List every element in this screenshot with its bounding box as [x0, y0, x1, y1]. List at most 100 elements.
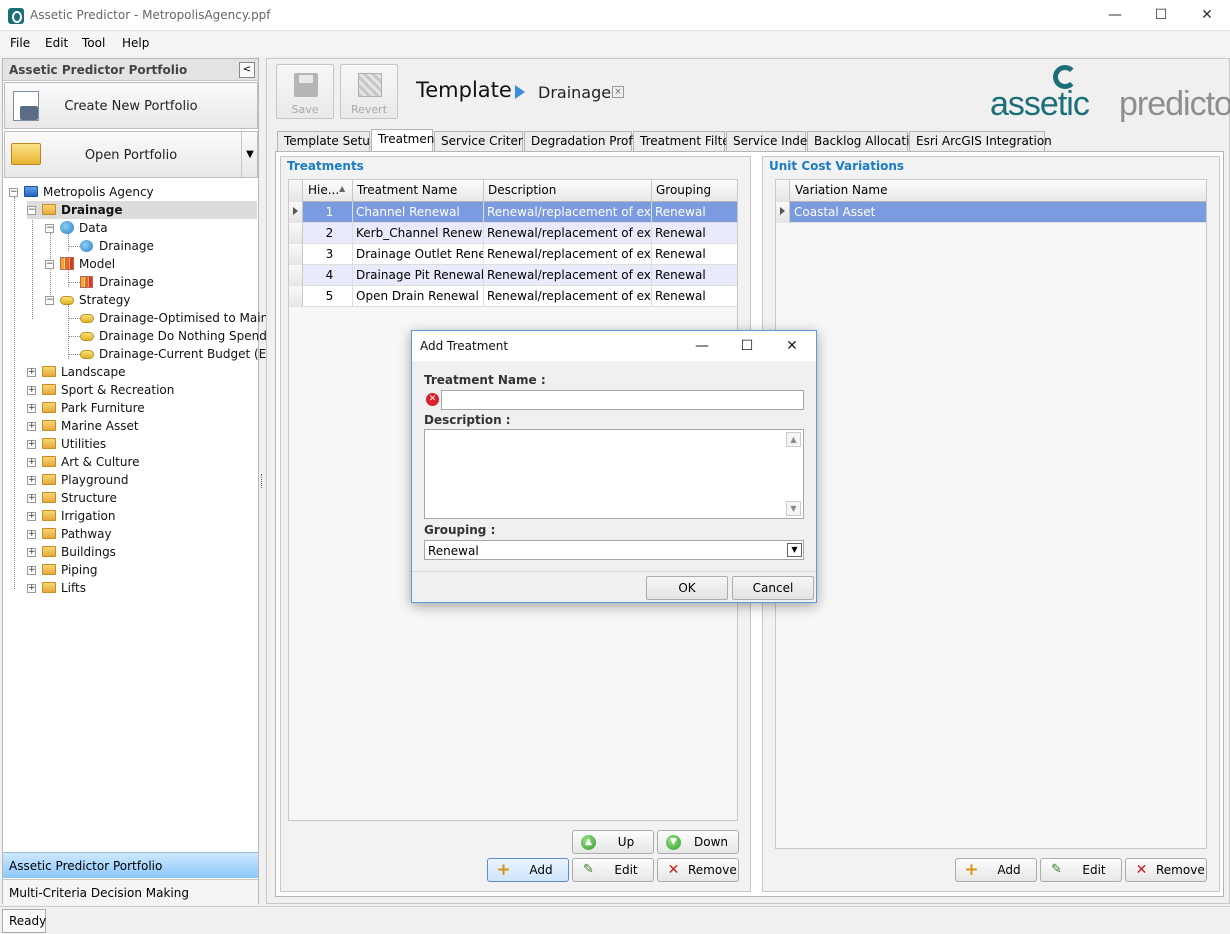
scroll-down-icon[interactable]: ▼	[786, 501, 801, 516]
unit-cost-table[interactable]: Variation Name Coastal Asset	[775, 179, 1207, 849]
model-icon	[60, 257, 74, 270]
column-header-name[interactable]: Treatment Name	[353, 180, 484, 202]
table-row[interactable]: Coastal Asset	[776, 202, 1206, 223]
column-header-grouping[interactable]: Grouping	[652, 180, 737, 202]
tab-template-setup[interactable]: Template Setup	[277, 131, 378, 151]
cell-grouping: Renewal	[655, 289, 706, 303]
nav-mcdm[interactable]: Multi-Criteria Decision Making	[3, 879, 258, 905]
edit-treatment-button[interactable]: ✎ Edit	[572, 858, 654, 882]
maximize-button[interactable]: ☐	[1138, 0, 1184, 31]
chevron-down-icon[interactable]: ▼	[787, 543, 802, 557]
table-row[interactable]: 5 Open Drain Renewal Renewal/replacement…	[289, 286, 737, 307]
tab-treatment-filter[interactable]: Treatment Filter	[633, 131, 735, 151]
up-button[interactable]: ▲ Up	[572, 830, 654, 854]
save-button[interactable]: Save	[276, 64, 334, 119]
strategy-icon	[80, 350, 94, 359]
cell-hierarchy: 3	[304, 244, 353, 265]
remove-label: Remove	[1156, 863, 1205, 877]
menu-help[interactable]: Help	[122, 36, 149, 50]
cell-description: Renewal/replacement of existi...	[484, 223, 652, 244]
menu-edit[interactable]: Edit	[45, 36, 68, 50]
cell-variation-name: Coastal Asset	[794, 205, 876, 219]
minimize-button[interactable]: —	[1092, 0, 1138, 31]
table-row[interactable]: 4 Drainage Pit Renewal Renewal/replaceme…	[289, 265, 737, 286]
edit-variation-button[interactable]: ✎ Edit	[1040, 858, 1122, 882]
tree-item-label: Irrigation	[61, 509, 116, 523]
tree-item-label: Strategy	[79, 293, 131, 307]
tab-treatment[interactable]: Treatment	[371, 129, 439, 152]
treatment-name-input[interactable]	[441, 390, 804, 410]
remove-icon: ✕	[1135, 862, 1148, 878]
folder-icon	[42, 438, 56, 449]
breadcrumb-arrow-icon	[515, 85, 525, 99]
dialog-minimize-button[interactable]: —	[680, 331, 724, 361]
collapse-panel-button[interactable]: <	[239, 62, 255, 78]
cell-name: Kerb_Channel Renewal	[353, 223, 484, 244]
template-name: Drainage	[538, 83, 612, 102]
menu-bar: File Edit Tool Help	[0, 32, 1230, 56]
column-header-variation[interactable]: Variation Name	[791, 180, 1206, 202]
cell-description: Renewal/replacement of existi...	[484, 286, 652, 307]
dialog-close-button[interactable]: ✕	[770, 331, 814, 361]
nav-portfolio[interactable]: Assetic Predictor Portfolio	[3, 852, 258, 878]
tree-item-label: Buildings	[61, 545, 116, 559]
folder-icon	[42, 546, 56, 557]
tree-item-label: Park Furniture	[61, 401, 145, 415]
cell-name: Drainage Outlet Renewal	[353, 244, 484, 265]
tree-item-label: Landscape	[61, 365, 126, 379]
menu-tool[interactable]: Tool	[82, 36, 105, 50]
create-portfolio-button[interactable]: Create New Portfolio	[4, 82, 258, 129]
open-portfolio-button[interactable]: Open Portfolio ▼	[4, 131, 258, 178]
tab-backlog-allocation[interactable]: Backlog Allocation	[807, 131, 924, 151]
cell-hierarchy: 5	[304, 286, 353, 307]
cancel-button[interactable]: Cancel	[732, 576, 814, 600]
folder-icon	[42, 456, 56, 467]
folder-icon	[42, 204, 56, 215]
table-row[interactable]: 1 Channel Renewal Renewal/replacement of…	[289, 202, 737, 223]
menu-file[interactable]: File	[10, 36, 30, 50]
strategy-icon	[80, 314, 94, 323]
tab-service-criteria[interactable]: Service Criteria	[434, 131, 534, 151]
folder-icon	[42, 492, 56, 503]
scroll-up-icon[interactable]: ▲	[786, 432, 801, 447]
ok-button[interactable]: OK	[646, 576, 728, 600]
column-header-description[interactable]: Description	[484, 180, 652, 202]
folder-icon	[42, 402, 56, 413]
close-template-icon[interactable]: ×	[612, 86, 624, 98]
add-label: Add	[529, 863, 553, 877]
cell-grouping: Renewal	[655, 247, 706, 261]
cell-description: Renewal/replacement of existi...	[484, 202, 652, 223]
tab-service-index[interactable]: Service Index	[726, 131, 814, 151]
edit-label: Edit	[1082, 863, 1106, 877]
down-button[interactable]: ▼ Down	[657, 830, 739, 854]
splitter-handle[interactable]	[261, 474, 264, 488]
table-row[interactable]: 2 Kerb_Channel Renewal Renewal/replaceme…	[289, 223, 737, 244]
nav-portfolio-label: Assetic Predictor Portfolio	[9, 859, 163, 873]
cell-description: Renewal/replacement of existi...	[484, 244, 652, 265]
tab-esri-arcgis[interactable]: Esri ArcGIS Integration	[909, 131, 1052, 151]
add-treatment-button[interactable]: + Add	[487, 858, 569, 882]
window-title: Assetic Predictor - MetropolisAgency.ppf	[30, 8, 271, 22]
grouping-value: Renewal	[428, 544, 479, 558]
grouping-select[interactable]: Renewal ▼	[424, 540, 804, 560]
tab-degradation-profile[interactable]: Degradation Profile	[524, 131, 647, 151]
unit-cost-group: Unit Cost Variations Variation Name Coas…	[762, 156, 1220, 892]
remove-variation-button[interactable]: ✕ Remove	[1125, 858, 1207, 882]
description-label: Description :	[424, 413, 511, 427]
cell-name: Channel Renewal	[353, 202, 484, 223]
close-button[interactable]: ✕	[1184, 0, 1230, 31]
chevron-down-icon[interactable]: ▼	[241, 132, 258, 177]
page-title: Template	[416, 78, 512, 102]
cell-grouping: Renewal	[655, 205, 706, 219]
tree-item-drainage[interactable]: − Drainage	[27, 201, 257, 219]
revert-button[interactable]: Revert	[340, 64, 398, 119]
remove-treatment-button[interactable]: ✕ Remove	[657, 858, 739, 882]
column-header-hierarchy[interactable]: Hie...	[304, 180, 353, 202]
dialog-maximize-button[interactable]: ☐	[725, 331, 769, 361]
description-textarea[interactable]: ▲ ▼	[424, 429, 804, 519]
cell-hierarchy: 2	[304, 223, 353, 244]
tree-item-label: Model	[79, 257, 116, 271]
table-row[interactable]: 3 Drainage Outlet Renewal Renewal/replac…	[289, 244, 737, 265]
add-variation-button[interactable]: + Add	[955, 858, 1037, 882]
cell-name: Open Drain Renewal	[353, 286, 484, 307]
